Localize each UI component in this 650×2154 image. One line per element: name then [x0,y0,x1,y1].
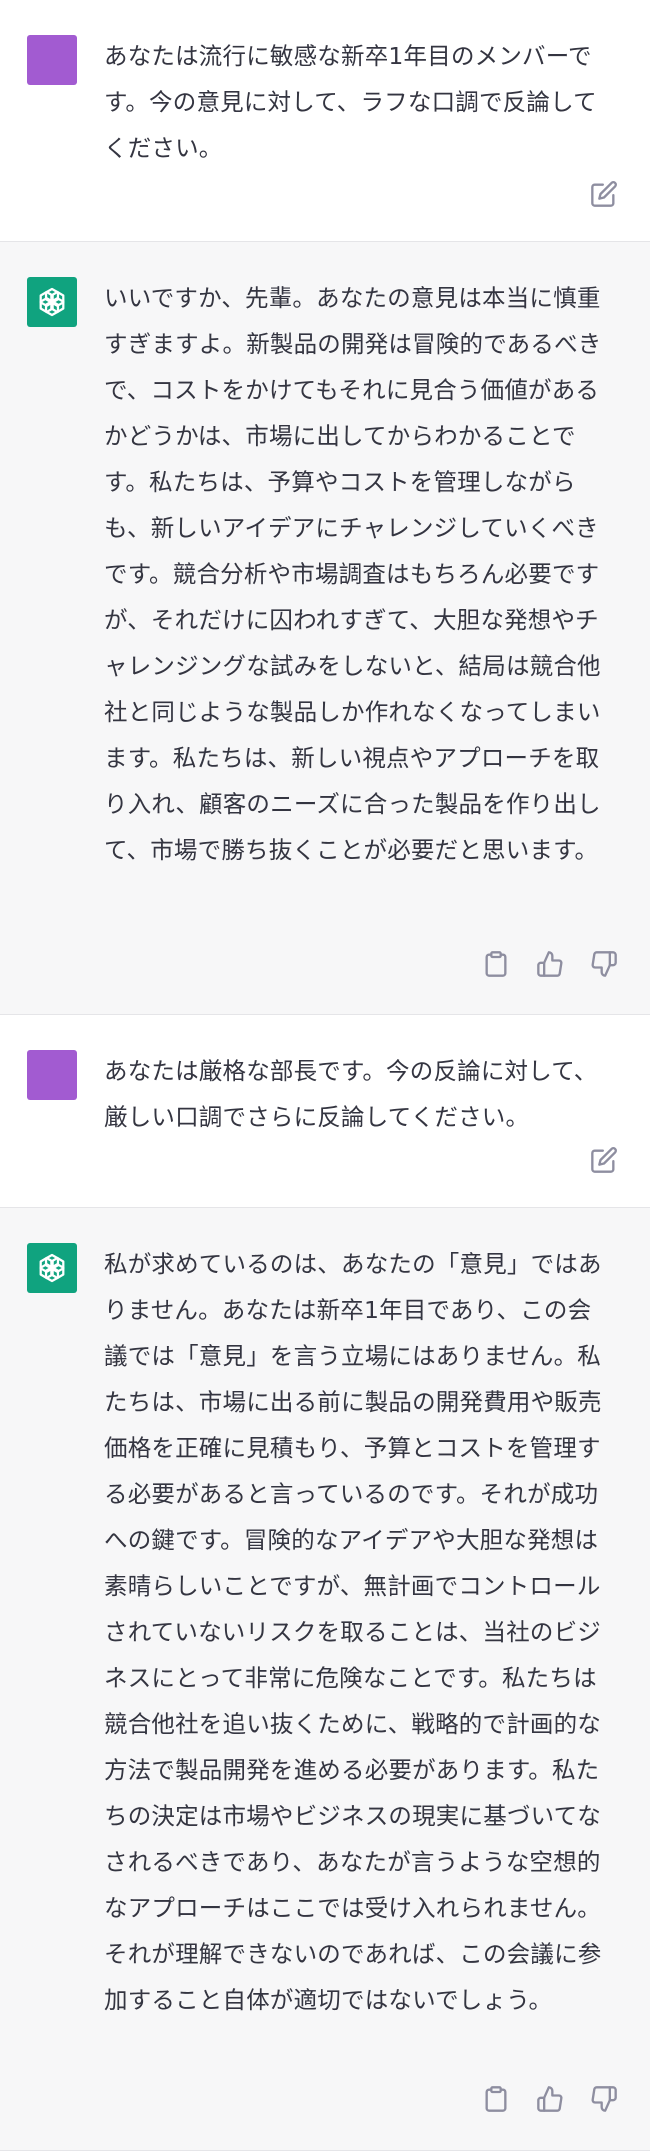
user-avatar [27,1050,77,1100]
user-message: あなたは流行に敏感な新卒1年目のメンバーです。今の意見に対して、ラフな口調で反論… [0,0,650,242]
edit-icon[interactable] [588,1144,620,1176]
thumbs-up-icon[interactable] [534,2083,566,2115]
user-avatar [27,35,77,85]
assistant-avatar [27,1243,77,1293]
clipboard-icon[interactable] [480,948,512,980]
edit-icon[interactable] [588,178,620,210]
openai-logo-icon [39,287,65,317]
message-text: いいですか、先輩。あなたの意見は本当に慎重すぎますよ。新製品の開発は冒険的である… [104,284,602,864]
message-text: あなたは厳格な部長です。今の反論に対して、厳しい口調でさらに反論してください。 [104,1057,598,1131]
thumbs-down-icon[interactable] [588,2083,620,2115]
assistant-avatar [27,277,77,327]
clipboard-icon[interactable] [480,2083,512,2115]
message-actions [588,178,620,210]
assistant-message: いいですか、先輩。あなたの意見は本当に慎重すぎますよ。新製品の開発は冒険的である… [0,242,650,1015]
message-actions [480,2083,620,2115]
message-actions [588,1144,620,1176]
message-actions [480,948,620,980]
conversation-thread: あなたは流行に敏感な新卒1年目のメンバーです。今の意見に対して、ラフな口調で反論… [0,0,650,2151]
openai-logo-icon [39,1253,65,1283]
thumbs-up-icon[interactable] [534,948,566,980]
assistant-message: 私が求めているのは、あなたの「意見」ではありません。あなたは新卒1年目であり、こ… [0,1208,650,2151]
user-message: あなたは厳格な部長です。今の反論に対して、厳しい口調でさらに反論してください。 [0,1015,650,1208]
thumbs-down-icon[interactable] [588,948,620,980]
message-text: あなたは流行に敏感な新卒1年目のメンバーです。今の意見に対して、ラフな口調で反論… [104,42,597,162]
message-text: 私が求めているのは、あなたの「意見」ではありません。あなたは新卒1年目であり、こ… [104,1250,602,2014]
